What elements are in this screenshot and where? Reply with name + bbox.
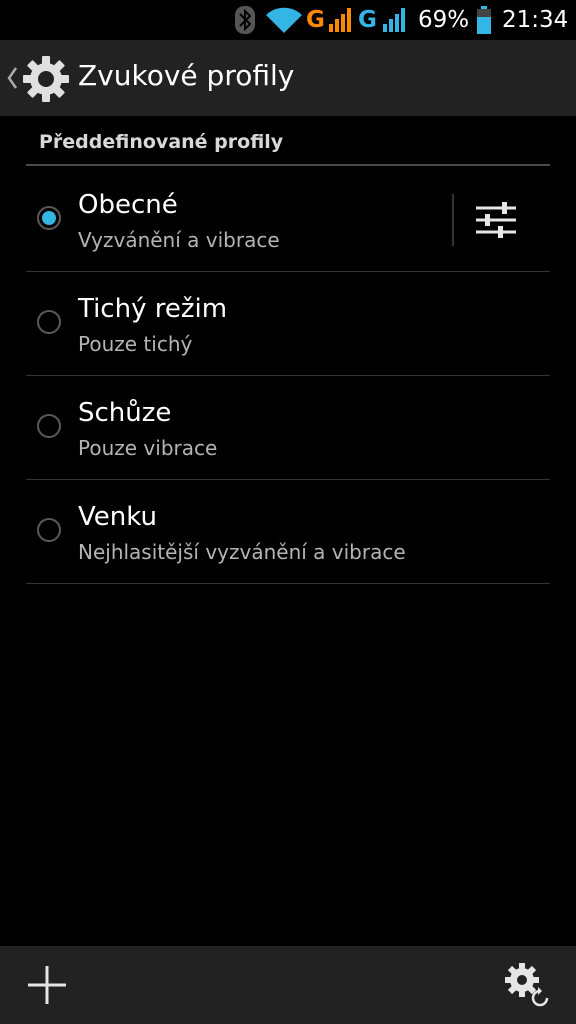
radio-button-selected[interactable] [37, 206, 61, 230]
status-bar: G G 69% 21:34 [0, 0, 576, 40]
back-chevron-icon[interactable] [6, 64, 18, 92]
signal-icon [382, 0, 408, 40]
profile-item-tichy-rezim[interactable]: Tichý režim Pouze tichý [26, 272, 550, 376]
clock: 21:34 [502, 7, 569, 33]
section-header: Předdefinované profily [39, 131, 284, 153]
network-type-2: G [358, 7, 377, 33]
radio-button[interactable] [37, 414, 61, 438]
profile-description: Nejhlasitější vyzvánění a vibrace [78, 540, 406, 564]
profile-description: Vyzvánění a vibrace [78, 228, 280, 252]
battery-percent: 69% [418, 7, 470, 33]
radio-button[interactable] [37, 518, 61, 542]
profile-description: Pouze vibrace [78, 436, 218, 460]
profile-item-schuze[interactable]: Schůze Pouze vibrace [26, 376, 550, 480]
radio-button[interactable] [37, 310, 61, 334]
row-divider [26, 583, 550, 584]
bluetooth-icon [234, 0, 256, 40]
profile-name: Obecné [78, 190, 178, 220]
add-icon[interactable] [26, 964, 68, 1006]
signal-icon [328, 0, 354, 40]
profile-description: Pouze tichý [78, 332, 193, 356]
profile-name: Schůze [78, 398, 172, 428]
profile-item-obecne[interactable]: Obecné Vyzvánění a vibrace [26, 168, 550, 272]
action-bar: Zvukové profily [0, 40, 576, 116]
gear-icon[interactable] [22, 55, 70, 103]
wifi-icon [266, 0, 302, 40]
vertical-divider [452, 194, 454, 246]
gear-reset-icon[interactable] [502, 960, 552, 1010]
section-divider [26, 164, 550, 166]
network-type-1: G [306, 7, 325, 33]
sliders-icon[interactable] [472, 200, 520, 240]
battery-icon [476, 0, 492, 40]
profile-name: Tichý režim [78, 294, 228, 324]
profile-item-venku[interactable]: Venku Nejhlasitější vyzvánění a vibrace [26, 480, 550, 584]
page-title: Zvukové profily [78, 59, 295, 92]
profile-name: Venku [78, 502, 157, 532]
bottom-action-bar [0, 946, 576, 1024]
